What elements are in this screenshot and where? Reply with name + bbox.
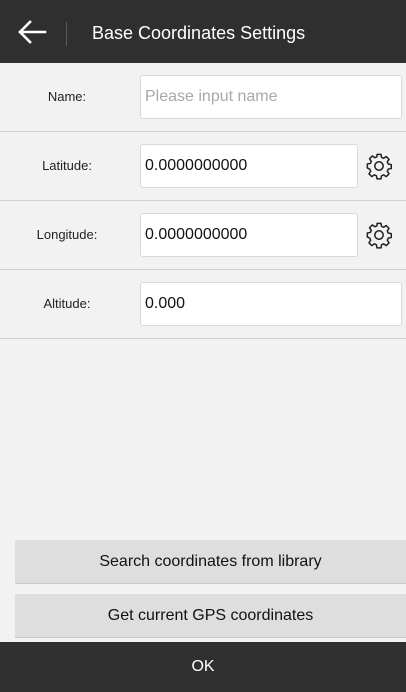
coordinates-form: Name: Latitude: Longitude: Altitude: <box>0 63 406 339</box>
search-library-button[interactable]: Search coordinates from library <box>15 540 406 584</box>
gear-icon <box>366 153 393 180</box>
latitude-row: Latitude: <box>0 132 406 201</box>
app-header: Base Coordinates Settings <box>0 0 406 63</box>
longitude-settings-button[interactable] <box>364 220 394 250</box>
gear-icon <box>366 222 393 249</box>
get-gps-button[interactable]: Get current GPS coordinates <box>15 594 406 638</box>
longitude-label: Longitude: <box>36 227 98 242</box>
latitude-input[interactable] <box>140 144 358 188</box>
altitude-input[interactable] <box>140 282 402 326</box>
name-label: Name: <box>47 89 87 104</box>
longitude-row: Longitude: <box>0 201 406 270</box>
arrow-left-icon <box>18 20 47 44</box>
name-input[interactable] <box>140 75 402 119</box>
latitude-label: Latitude: <box>42 158 92 173</box>
name-row: Name: <box>0 63 406 132</box>
back-button[interactable] <box>14 16 50 48</box>
longitude-input[interactable] <box>140 213 358 257</box>
header-divider <box>66 22 67 46</box>
altitude-label: Altitude: <box>43 296 91 311</box>
ok-button[interactable]: OK <box>0 642 406 692</box>
page-title: Base Coordinates Settings <box>92 23 306 43</box>
latitude-settings-button[interactable] <box>364 151 394 181</box>
altitude-row: Altitude: <box>0 270 406 339</box>
